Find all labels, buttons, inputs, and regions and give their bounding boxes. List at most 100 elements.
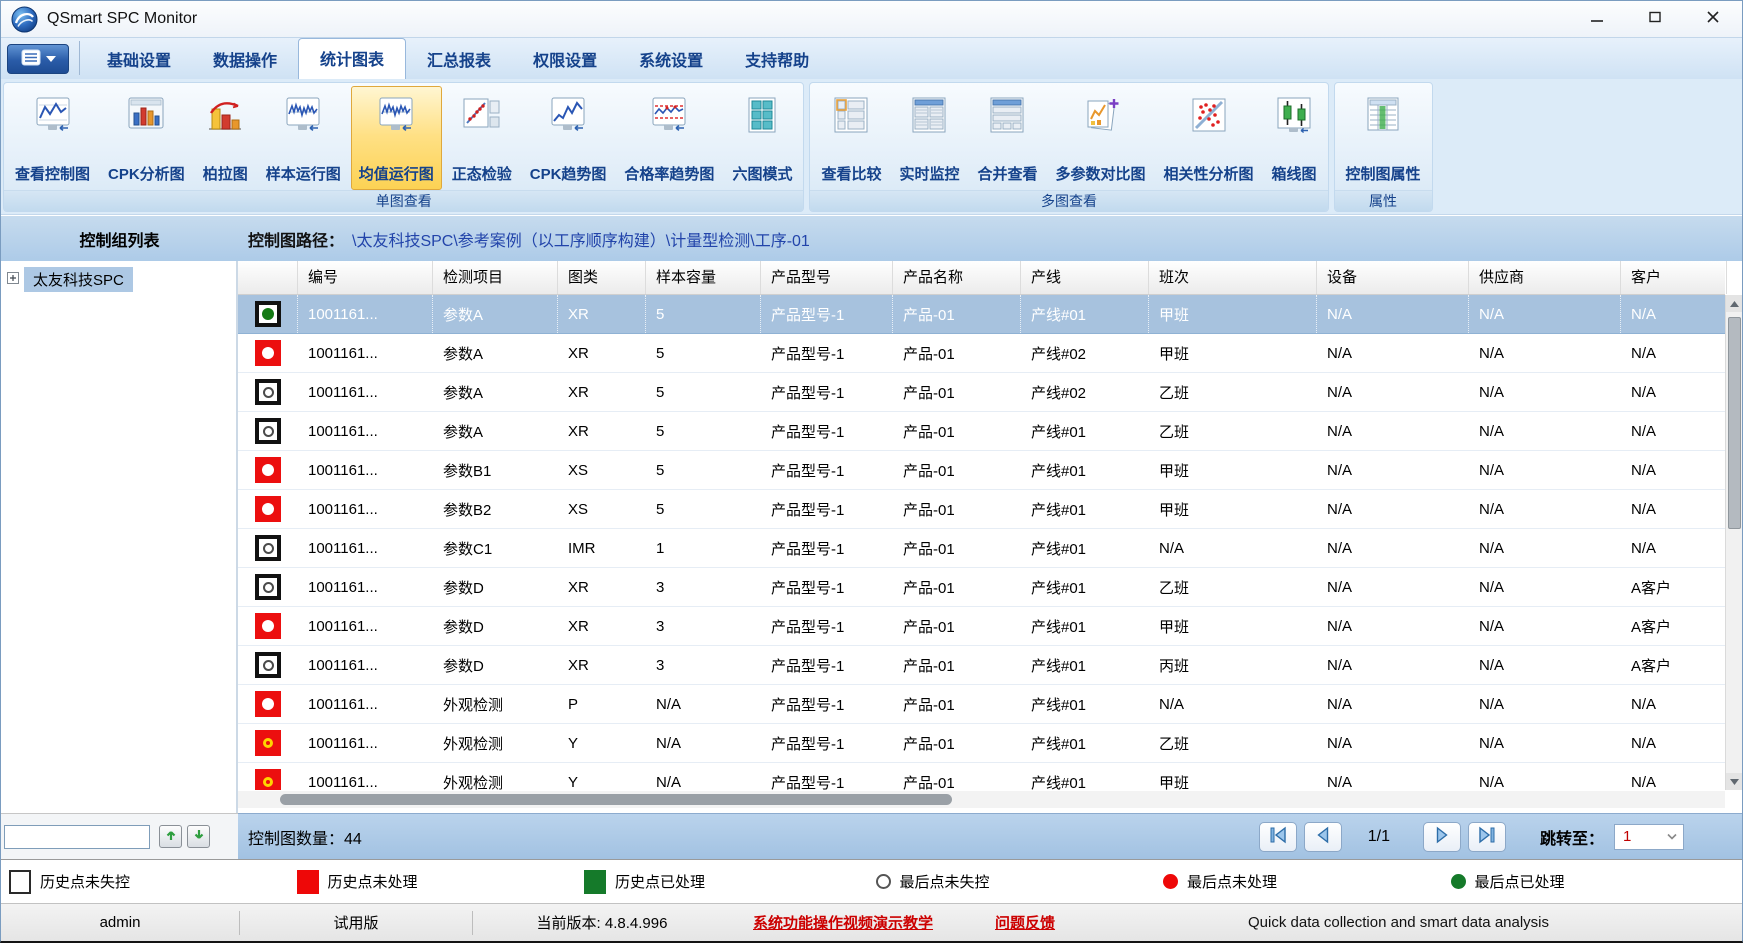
search-down-button[interactable] (187, 825, 210, 848)
table-row[interactable]: 1001161...外观检测PN/A产品型号-1产品-01产线#01N/AN/A… (238, 685, 1725, 724)
vertical-scrollbar[interactable] (1725, 295, 1742, 790)
column-header[interactable]: 编号 (298, 261, 433, 294)
table-cell: 产线#01 (1021, 295, 1149, 333)
feedback-link[interactable]: 问题反馈 (995, 912, 1055, 933)
control-group-list-title: 控制组列表 (1, 227, 238, 251)
six-chart-mode-button[interactable]: 六图模式 (724, 86, 800, 190)
legend-item: 历史点未失控 (9, 870, 297, 894)
app-window: QSmart SPC Monitor 基础设置数据操作统计图表汇总报表权限设置系… (0, 0, 1743, 943)
jump-to-label: 跳转至： (1540, 825, 1604, 849)
view-compare-button[interactable]: 查看比较 (813, 86, 889, 190)
menu-tab-data-operations[interactable]: 数据操作 (192, 40, 298, 79)
table-cell: 甲班 (1149, 451, 1317, 489)
tree-expander-plus-icon[interactable] (7, 271, 19, 288)
status-history-unhandled-last-ok-icon (255, 691, 281, 717)
menu-tab-summary-reports[interactable]: 汇总报表 (406, 40, 512, 79)
table-cell: 参数B2 (433, 490, 558, 528)
table-cell: 5 (646, 373, 761, 411)
table-cell: 甲班 (1149, 334, 1317, 372)
column-header[interactable]: 检测项目 (433, 261, 558, 294)
menu-tab-permission-settings[interactable]: 权限设置 (512, 40, 618, 79)
control-chart-properties-button[interactable]: 控制图属性 (1338, 86, 1429, 190)
control-chart-table: 编号检测项目图类样本容量产品型号产品名称产线班次设备供应商客户 1001161.… (238, 261, 1742, 813)
cpk-trend-chart-button[interactable]: CPK趋势图 (522, 86, 615, 190)
table-row[interactable]: 1001161...参数B2XS5产品型号-1产品-01产线#01甲班N/AN/… (238, 490, 1725, 529)
table-cell: XR (558, 412, 646, 450)
table-row[interactable]: 1001161...参数DXR3产品型号-1产品-01产线#01乙班N/AN/A… (238, 568, 1725, 607)
tutorial-link[interactable]: 系统功能操作视频演示教学 (753, 912, 933, 933)
table-cell: N/A (1469, 607, 1621, 645)
cpk-trend-icon (548, 94, 588, 138)
legend-label: 最后点已处理 (1475, 871, 1565, 892)
table-row[interactable]: 1001161...参数AXR5产品型号-1产品-01产线#01甲班N/AN/A… (238, 295, 1725, 334)
column-header[interactable]: 样本容量 (646, 261, 761, 294)
column-header[interactable]: 产品型号 (761, 261, 893, 294)
table-cell: N/A (646, 685, 761, 723)
table-cell: 甲班 (1149, 607, 1317, 645)
column-header[interactable]: 班次 (1149, 261, 1317, 294)
menu-tab-statistical-charts[interactable]: 统计图表 (298, 38, 406, 79)
ribbon-button-label: 相关性分析图 (1164, 163, 1254, 184)
box-plot-button[interactable]: 箱线图 (1264, 86, 1325, 190)
search-up-button[interactable] (159, 825, 182, 848)
correlation-analysis-chart-button[interactable]: 相关性分析图 (1156, 86, 1262, 190)
table-row[interactable]: 1001161...外观检测YN/A产品型号-1产品-01产线#01乙班N/AN… (238, 724, 1725, 763)
mean-run-chart-button[interactable]: 均值运行图 (351, 86, 442, 190)
table-cell: 1001161... (298, 529, 433, 567)
table-cell: 乙班 (1149, 724, 1317, 762)
prev-page-button[interactable] (1304, 822, 1342, 852)
column-header[interactable]: 设备 (1317, 261, 1469, 294)
ribbon: 查看控制图CPK分析图柏拉图样本运行图均值运行图正态检验CPK趋势图合格率趋势图… (1, 79, 1742, 215)
view-control-chart-button[interactable]: 查看控制图 (7, 86, 98, 190)
scrollbar-up-arrow-icon[interactable] (1726, 295, 1742, 312)
table-cell: 产品-01 (893, 685, 1021, 723)
table-row[interactable]: 1001161...外观检测YN/A产品型号-1产品-01产线#01甲班N/AN… (238, 763, 1725, 790)
normality-test-button[interactable]: 正态检验 (444, 86, 520, 190)
table-row[interactable]: 1001161...参数AXR5产品型号-1产品-01产线#02甲班N/AN/A… (238, 334, 1725, 373)
ribbon-groups: 查看控制图CPK分析图柏拉图样本运行图均值运行图正态检验CPK趋势图合格率趋势图… (3, 82, 1438, 212)
menu-tab-basic-settings[interactable]: 基础设置 (86, 40, 192, 79)
table-row[interactable]: 1001161...参数C1IMR1产品型号-1产品-01产线#01N/AN/A… (238, 529, 1725, 568)
multi-param-compare-chart-button[interactable]: 多参数对比图 (1048, 86, 1154, 190)
close-button[interactable] (1684, 1, 1742, 37)
menu-tab-support-help[interactable]: 支持帮助 (724, 40, 830, 79)
next-page-button[interactable] (1423, 822, 1461, 852)
column-header[interactable]: 产品名称 (893, 261, 1021, 294)
jump-to-select[interactable]: 1 (1614, 824, 1684, 850)
yield-trend-chart-button[interactable]: 合格率趋势图 (616, 86, 722, 190)
column-header[interactable]: 供应商 (1469, 261, 1621, 294)
horizontal-scrollbar-thumb[interactable] (280, 794, 952, 805)
tree-item-taiyou-spc[interactable]: 太友科技SPC (1, 266, 236, 292)
scrollbar-down-arrow-icon[interactable] (1726, 773, 1742, 790)
table-cell: 产品型号-1 (761, 373, 893, 411)
column-header[interactable]: 客户 (1621, 261, 1727, 294)
pareto-chart-button[interactable]: 柏拉图 (195, 86, 256, 190)
first-page-button[interactable] (1259, 822, 1297, 852)
table-row[interactable]: 1001161...参数DXR3产品型号-1产品-01产线#01甲班N/AN/A… (238, 607, 1725, 646)
table-row[interactable]: 1001161...参数DXR3产品型号-1产品-01产线#01丙班N/AN/A… (238, 646, 1725, 685)
table-cell: N/A (1317, 568, 1469, 606)
vertical-scrollbar-thumb[interactable] (1728, 317, 1741, 529)
table-cell: 1001161... (298, 490, 433, 528)
table-row[interactable]: 1001161...参数AXR5产品型号-1产品-01产线#02乙班N/AN/A… (238, 373, 1725, 412)
status-all-ok-icon (255, 535, 281, 561)
menu-list-icon (21, 49, 41, 70)
cpk-analysis-chart-button[interactable]: CPK分析图 (100, 86, 193, 190)
app-menu-button[interactable] (7, 44, 69, 74)
merged-view-button[interactable]: 合并查看 (969, 86, 1045, 190)
merge-view-icon (987, 94, 1027, 138)
horizontal-scrollbar[interactable] (238, 791, 1725, 808)
minimize-button[interactable] (1568, 1, 1626, 37)
pareto-icon (205, 94, 245, 138)
column-header[interactable]: 产线 (1021, 261, 1149, 294)
table-row[interactable]: 1001161...参数B1XS5产品型号-1产品-01产线#01甲班N/AN/… (238, 451, 1725, 490)
menu-tab-system-settings[interactable]: 系统设置 (618, 40, 724, 79)
sample-run-chart-button[interactable]: 样本运行图 (258, 86, 349, 190)
tree-search-input[interactable] (4, 825, 150, 849)
column-header[interactable]: 图类 (558, 261, 646, 294)
maximize-button[interactable] (1626, 1, 1684, 37)
realtime-monitor-button[interactable]: 实时监控 (891, 86, 967, 190)
last-page-button[interactable] (1468, 822, 1506, 852)
table-row[interactable]: 1001161...参数AXR5产品型号-1产品-01产线#01乙班N/AN/A… (238, 412, 1725, 451)
ribbon-button-label: 均值运行图 (359, 163, 434, 184)
